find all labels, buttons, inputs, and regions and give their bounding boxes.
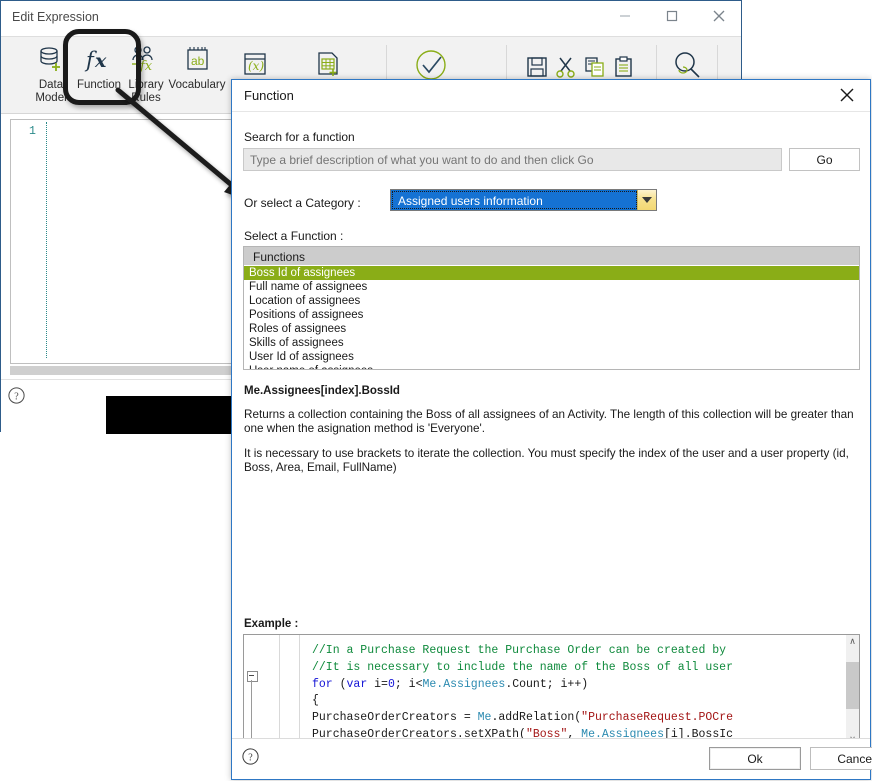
code-content: //In a Purchase Request the Purchase Ord…	[312, 643, 733, 744]
ribbon-label: Vocabulary	[168, 79, 226, 91]
fold-guide	[251, 680, 252, 744]
window-title: Edit Expression	[12, 10, 99, 24]
window-titlebar: Edit Expression	[1, 1, 741, 36]
close-icon	[840, 88, 854, 102]
function-signature: Me.Assignees[index].BossId	[244, 385, 400, 397]
list-item[interactable]: Positions of assignees	[244, 308, 859, 322]
svg-text:x: x	[94, 50, 107, 72]
code-token: PurchaseOrderCreators =	[312, 711, 478, 725]
code-token: {	[312, 694, 319, 708]
variable-x-icon: (x)	[235, 47, 275, 83]
code-token: //It is necessary to include the name of…	[312, 660, 733, 674]
vscroll-thumb[interactable]	[846, 662, 859, 709]
validate-check-icon	[411, 47, 451, 83]
list-item[interactable]: Location of assignees	[244, 294, 859, 308]
function-list-header: Functions	[244, 247, 859, 266]
code-token: "PurchaseRequest.POCre	[581, 711, 733, 725]
maximize-button[interactable]	[649, 1, 695, 31]
category-combobox[interactable]: Assigned users information	[390, 189, 657, 211]
code-token: //In a Purchase Request the Purchase Ord…	[312, 644, 727, 657]
list-item[interactable]: Boss Id of assignees	[244, 266, 859, 280]
help-circle-icon[interactable]: ?	[242, 748, 259, 768]
fx-icon: f x	[72, 41, 126, 77]
svg-text:fx: fx	[139, 59, 153, 74]
function-description: Me.Assignees[index].BossId Returns a col…	[244, 385, 858, 475]
code-token: Me.Assignees	[422, 677, 506, 691]
indent-guide	[46, 122, 47, 358]
table-add-icon	[307, 47, 349, 83]
category-label: Or select a Category :	[244, 196, 361, 210]
code-token: for	[312, 677, 333, 691]
list-item[interactable]: Full name of assignees	[244, 280, 859, 294]
redaction-box	[106, 396, 232, 434]
ribbon-item-validate[interactable]	[411, 47, 451, 83]
ribbon-item-function[interactable]: f x Function	[72, 41, 126, 92]
search-label: Search for a function	[244, 130, 355, 144]
code-vertical-scrollbar[interactable]: ∧ ∨	[846, 635, 859, 746]
code-token: .addRelation(	[491, 711, 582, 725]
find-replace-icon	[667, 47, 707, 83]
select-function-label: Select a Function :	[244, 229, 344, 243]
svg-text:ab: ab	[191, 54, 205, 68]
code-token: i=	[367, 677, 388, 691]
category-selected-value: Assigned users information	[392, 191, 637, 209]
dialog-close-button[interactable]	[828, 82, 866, 108]
function-dialog: Function Search for a function Go Or sel…	[231, 79, 872, 780]
list-item[interactable]: User name of assignees	[244, 364, 859, 369]
code-line: {	[312, 693, 733, 710]
scroll-up-arrow[interactable]: ∧	[846, 635, 859, 648]
chevron-down-icon[interactable]	[637, 190, 656, 210]
svg-text:?: ?	[248, 752, 253, 763]
dialog-body: Search for a function Go Or select a Cat…	[232, 112, 870, 760]
ok-button[interactable]: Ok	[709, 747, 801, 770]
close-button[interactable]	[696, 1, 742, 31]
code-token: (	[332, 677, 347, 691]
dialog-titlebar: Function	[232, 80, 870, 112]
svg-text:(x): (x)	[248, 59, 264, 73]
description-paragraph-2: It is necessary to use brackets to itera…	[244, 447, 849, 474]
code-line: for (var i=0; i<Me.Assignees.Count; i++)	[312, 677, 733, 694]
function-list[interactable]: Functions Boss Id of assignees Full name…	[243, 246, 860, 370]
line-number: 1	[29, 125, 36, 138]
cancel-button[interactable]: Cancel	[810, 747, 872, 770]
go-button[interactable]: Go	[789, 148, 860, 171]
ribbon-item-data-model[interactable]: Data Model	[25, 41, 77, 105]
code-token: var	[346, 677, 368, 691]
search-input[interactable]	[243, 148, 782, 171]
code-token: ; i<	[394, 677, 423, 691]
minimize-icon	[620, 15, 630, 17]
ribbon-item-find-replace[interactable]	[667, 47, 707, 83]
code-token: Me	[477, 711, 492, 725]
ab-notepad-icon: ab	[164, 41, 230, 77]
ribbon-label: Function	[76, 79, 122, 91]
code-line: PurchaseOrderCreators = Me.addRelation("…	[312, 710, 733, 727]
close-icon	[713, 10, 725, 22]
maximize-icon	[666, 10, 678, 22]
ribbon-item-vocabulary[interactable]: ab Vocabulary	[164, 41, 230, 92]
collapse-icon[interactable]	[247, 671, 258, 682]
code-line: //It is necessary to include the name of…	[312, 660, 733, 677]
svg-text:?: ?	[14, 391, 19, 402]
minimize-button[interactable]	[602, 1, 648, 31]
code-line: //In a Purchase Request the Purchase Ord…	[312, 643, 733, 660]
example-label: Example :	[244, 618, 299, 630]
description-paragraph-1: Returns a collection containing the Boss…	[244, 408, 854, 435]
code-token: .Count; i++)	[505, 677, 589, 691]
dialog-title: Function	[244, 88, 294, 103]
ribbon-label: Data Model	[35, 79, 67, 104]
help-circle-icon[interactable]: ?	[8, 387, 25, 407]
database-add-icon	[25, 41, 77, 77]
dialog-footer: ? Ok Cancel	[232, 738, 872, 779]
ribbon-item-add-table[interactable]	[307, 47, 349, 83]
list-item[interactable]: Skills of assignees	[244, 336, 859, 350]
list-item[interactable]: User Id of assignees	[244, 350, 859, 364]
ribbon-item-variable[interactable]: (x)	[235, 47, 275, 83]
list-item[interactable]: Roles of assignees	[244, 322, 859, 336]
code-token: 0	[387, 677, 395, 691]
